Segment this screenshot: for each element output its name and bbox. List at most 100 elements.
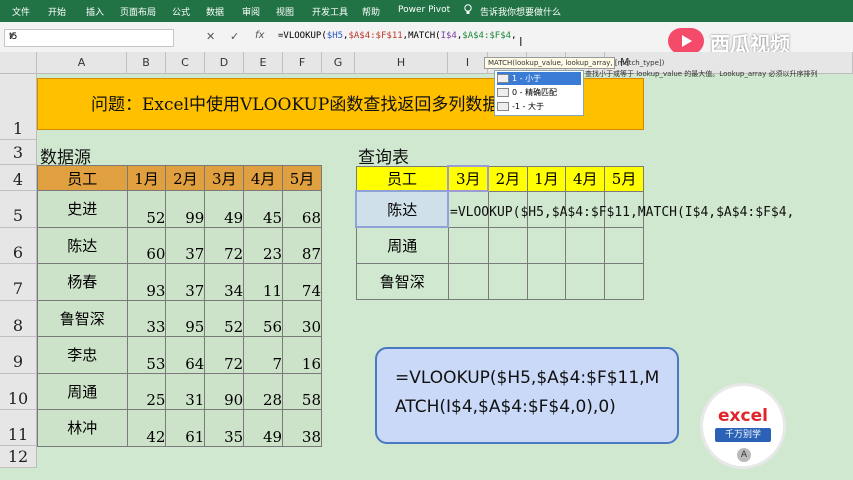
cell[interactable]: 72 (204, 226, 245, 264)
cell[interactable]: 74 (282, 263, 322, 301)
row-header-9[interactable]: 9 (0, 337, 37, 374)
header-cell[interactable]: 4月 (243, 165, 284, 191)
header-cell[interactable]: 1月 (126, 165, 167, 191)
column-header-g[interactable]: G (322, 52, 355, 74)
cell[interactable]: 56 (243, 299, 284, 337)
tab-review[interactable]: 审阅 (242, 5, 260, 18)
cell[interactable] (487, 226, 528, 264)
cell[interactable]: 34 (204, 263, 245, 301)
cell[interactable] (565, 262, 606, 300)
autocomplete-item-greater-than[interactable]: -1 - 大于 (497, 100, 581, 113)
cell[interactable]: 16 (282, 336, 322, 374)
header-cell[interactable]: 2月 (487, 165, 528, 192)
cell[interactable]: 31 (165, 372, 206, 410)
row-header-7[interactable]: 7 (0, 264, 37, 301)
row-header-5[interactable]: 5 (0, 191, 37, 228)
cell[interactable]: 李忠 (37, 336, 128, 374)
cell[interactable] (526, 226, 567, 264)
tab-help[interactable]: 帮助 (362, 5, 380, 18)
cell[interactable]: 陈达 (37, 226, 128, 264)
header-cell[interactable]: 员工 (37, 165, 128, 191)
cell[interactable]: 37 (165, 226, 206, 264)
cell[interactable]: 35 (204, 409, 245, 447)
fx-icon[interactable]: fx (255, 30, 264, 41)
cell[interactable] (604, 262, 644, 300)
autocomplete-item-exact-match[interactable]: 0 - 精确匹配 (497, 86, 581, 99)
cell[interactable]: 史进 (37, 190, 128, 228)
select-all-corner[interactable] (0, 52, 37, 74)
autocomplete-item-less-than[interactable]: 1 - 小于 (497, 72, 581, 85)
cell[interactable]: 60 (126, 226, 167, 264)
cell[interactable]: 52 (126, 190, 167, 228)
tab-insert[interactable]: 插入 (86, 5, 104, 18)
cell[interactable]: 90 (204, 372, 245, 410)
cell[interactable]: 7 (243, 336, 284, 374)
cell[interactable]: 58 (282, 372, 322, 410)
tab-file[interactable]: 文件 (12, 5, 30, 18)
cell[interactable]: 49 (204, 190, 245, 228)
header-cell[interactable]: 4月 (565, 165, 606, 192)
row-header-11[interactable]: 11 (0, 410, 37, 446)
column-header-d[interactable]: D (205, 52, 244, 74)
cell[interactable] (487, 262, 528, 300)
cell[interactable]: 72 (204, 336, 245, 374)
chevron-down-icon[interactable]: ▼ (9, 32, 170, 40)
cell[interactable] (526, 262, 567, 300)
cell[interactable]: 28 (243, 372, 284, 410)
row-header-10[interactable]: 10 (0, 374, 37, 410)
cell[interactable]: 周通 (355, 226, 449, 264)
column-header-a[interactable]: A (37, 52, 127, 74)
cell[interactable]: 33 (126, 299, 167, 337)
tab-developer[interactable]: 开发工具 (312, 5, 348, 18)
tab-power-pivot[interactable]: Power Pivot (398, 5, 450, 15)
cell[interactable] (447, 226, 489, 264)
column-header-h[interactable]: H (355, 52, 448, 74)
header-cell[interactable]: 5月 (282, 165, 322, 191)
tab-page-layout[interactable]: 页面布局 (120, 5, 156, 18)
cell[interactable]: 30 (282, 299, 322, 337)
cell[interactable]: 53 (126, 336, 167, 374)
cell[interactable]: 鲁智深 (37, 299, 128, 337)
cell[interactable] (565, 226, 606, 264)
cell[interactable]: 鲁智深 (355, 262, 449, 300)
cell[interactable]: 99 (165, 190, 206, 228)
column-header-e[interactable]: E (244, 52, 283, 74)
cell[interactable]: 11 (243, 263, 284, 301)
column-header-c[interactable]: C (166, 52, 205, 74)
cell[interactable]: 周通 (37, 372, 128, 410)
cell[interactable]: 45 (243, 190, 284, 228)
column-header-f[interactable]: F (283, 52, 322, 74)
cell[interactable] (604, 226, 644, 264)
cell[interactable]: 杨春 (37, 263, 128, 301)
cell[interactable]: 林冲 (37, 409, 128, 447)
header-cell[interactable]: 1月 (526, 165, 567, 192)
cell[interactable]: 52 (204, 299, 245, 337)
header-cell[interactable]: 3月 (204, 165, 245, 191)
row-header-1[interactable]: 1 (0, 74, 37, 140)
row-header-3[interactable]: 3 (0, 140, 37, 165)
column-header-i[interactable]: I (448, 52, 488, 74)
cell[interactable]: 38 (282, 409, 322, 447)
row-header-12[interactable]: 12 (0, 446, 37, 468)
cell[interactable]: 93 (126, 263, 167, 301)
header-cell[interactable]: 5月 (604, 165, 644, 192)
row-header-8[interactable]: 8 (0, 301, 37, 337)
row-header-4[interactable]: 4 (0, 165, 37, 191)
cell-i5-editing-text[interactable]: =VLOOKUP($H5,$A$4:$F$11,MATCH(I$4,$A$4:$… (450, 205, 794, 220)
column-header-b[interactable]: B (127, 52, 166, 74)
name-box[interactable]: I5 ▼ (4, 29, 174, 47)
cell[interactable]: 23 (243, 226, 284, 264)
enter-icon[interactable]: ✓ (230, 30, 239, 43)
cell[interactable]: 49 (243, 409, 284, 447)
cell[interactable]: 25 (126, 372, 167, 410)
header-cell-i4[interactable]: 3月 (447, 165, 490, 192)
cell[interactable]: 68 (282, 190, 322, 228)
cell[interactable]: 64 (165, 336, 206, 374)
cell-h5[interactable]: 陈达 (354, 190, 450, 228)
tab-formulas[interactable]: 公式 (172, 5, 190, 18)
tab-data[interactable]: 数据 (206, 5, 224, 18)
tab-view[interactable]: 视图 (276, 5, 294, 18)
cell[interactable]: 42 (126, 409, 167, 447)
cell[interactable]: 87 (282, 226, 322, 264)
cell[interactable] (447, 262, 489, 300)
